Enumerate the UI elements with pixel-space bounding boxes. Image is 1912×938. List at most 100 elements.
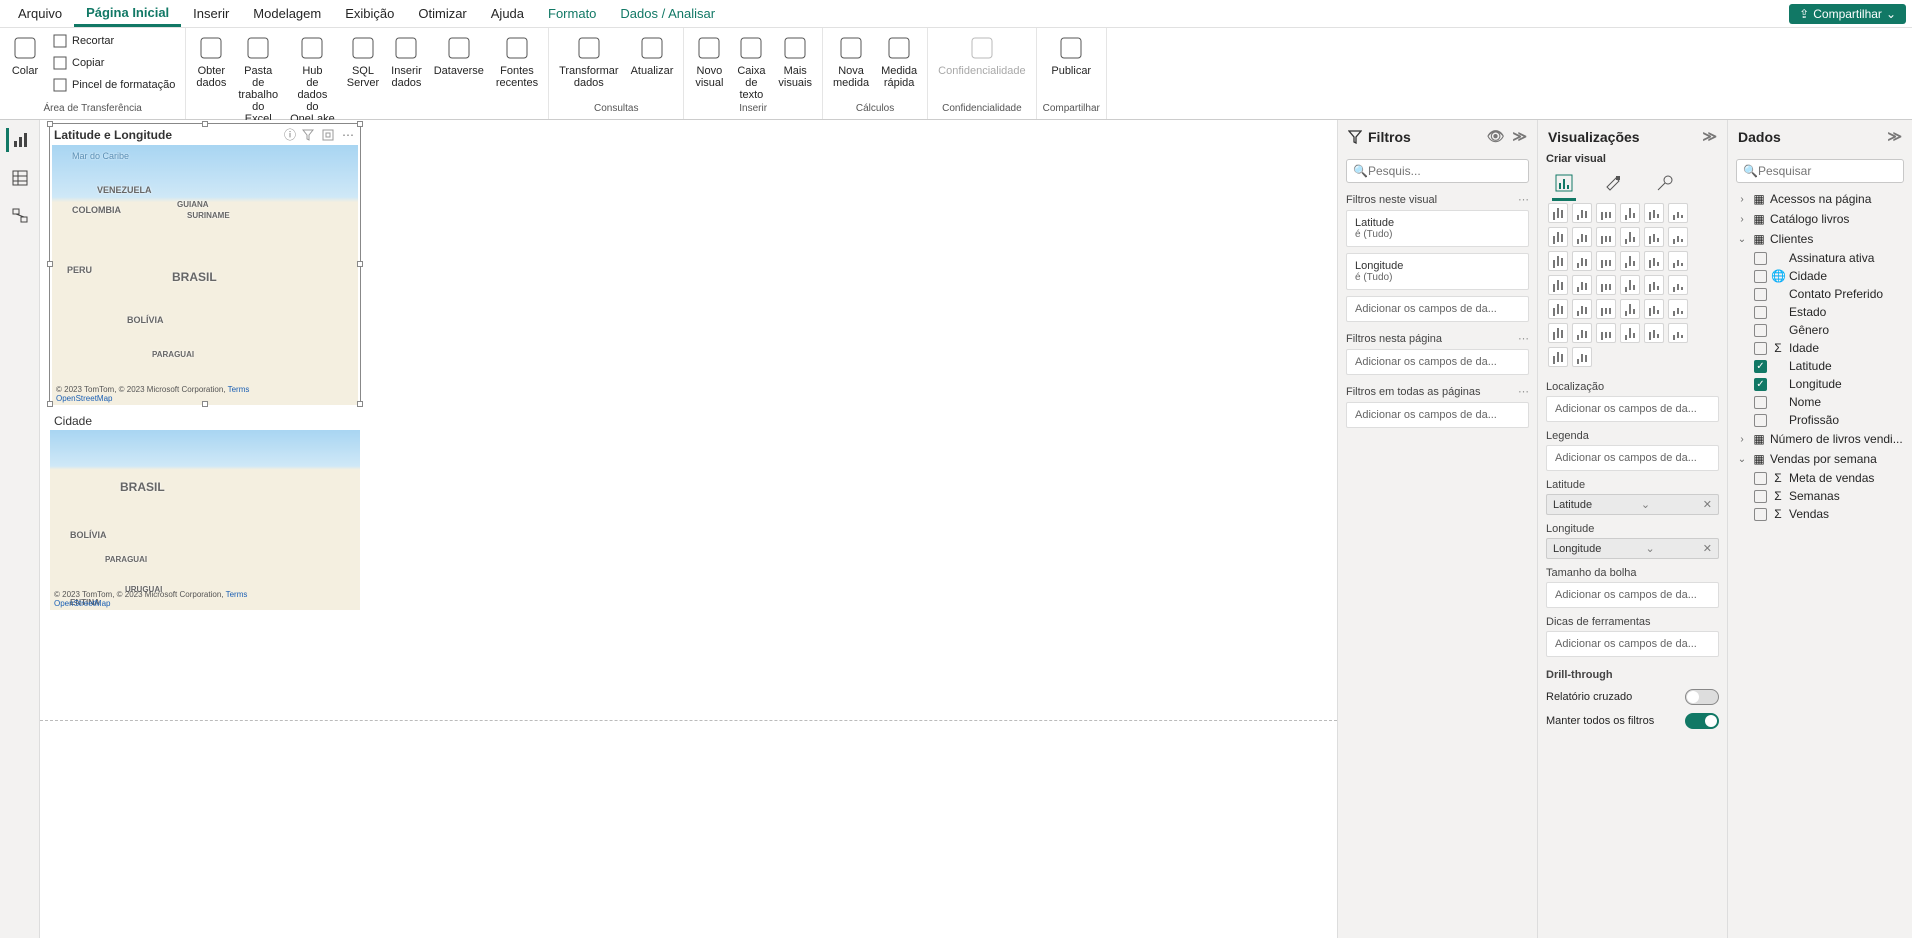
filter-card-latitude[interactable]: Latitudeé (Tudo)	[1346, 210, 1529, 247]
model-view-button[interactable]	[8, 204, 32, 228]
viz-type-4[interactable]	[1644, 203, 1664, 223]
field-profiss-o[interactable]: Profissão	[1754, 411, 1904, 429]
viz-type-6[interactable]	[1548, 227, 1568, 247]
viz-type-20[interactable]	[1596, 275, 1616, 295]
remove-field-icon[interactable]: ✕	[1699, 498, 1712, 511]
osm-link[interactable]: OpenStreetMap	[56, 394, 112, 403]
field-checkbox[interactable]	[1754, 324, 1767, 337]
field-meta-de-vendas[interactable]: ΣMeta de vendas	[1754, 469, 1904, 487]
menu-modelagem[interactable]: Modelagem	[241, 2, 333, 25]
field-checkbox[interactable]	[1754, 270, 1767, 283]
viz-type-22[interactable]	[1644, 275, 1664, 295]
field-checkbox[interactable]	[1754, 396, 1767, 409]
viz-type-23[interactable]	[1668, 275, 1688, 295]
keep-filters-toggle[interactable]	[1685, 713, 1719, 729]
viz-type-34[interactable]	[1644, 323, 1664, 343]
ribbon-copiar-button[interactable]: Copiar	[48, 53, 179, 73]
report-view-button[interactable]	[6, 128, 30, 152]
focus-mode-icon[interactable]	[320, 127, 336, 143]
viz-type-3[interactable]	[1620, 203, 1640, 223]
viz-type-31[interactable]	[1572, 323, 1592, 343]
field-checkbox[interactable]	[1754, 342, 1767, 355]
field-idade[interactable]: ΣIdade	[1754, 339, 1904, 357]
analytics-tab[interactable]	[1650, 169, 1678, 197]
show-hide-icon[interactable]: 👁	[1487, 128, 1505, 145]
resize-handle-n[interactable]	[202, 121, 208, 127]
viz-type-24[interactable]	[1548, 299, 1568, 319]
ribbon-fontes-recentes-button[interactable]: Fontesrecentes	[492, 31, 542, 91]
field-checkbox[interactable]	[1754, 490, 1767, 503]
resize-handle-se[interactable]	[357, 401, 363, 407]
ribbon-publicar-button[interactable]: Publicar	[1047, 31, 1095, 79]
viz-type-8[interactable]	[1596, 227, 1616, 247]
viz-type-33[interactable]	[1620, 323, 1640, 343]
viz-type-7[interactable]	[1572, 227, 1592, 247]
map-visual[interactable]: BRASIL BOLÍVIA PARAGUAI URUGUAI ENTINA ©…	[50, 430, 360, 610]
table-acessos-na-p-gina[interactable]: ›▦Acessos na página	[1736, 189, 1904, 209]
field-estado[interactable]: Estado	[1754, 303, 1904, 321]
field-well-tamanho[interactable]: Adicionar os campos de da...	[1546, 582, 1719, 608]
viz-type-16[interactable]	[1644, 251, 1664, 271]
data-view-button[interactable]	[8, 166, 32, 190]
ribbon-mais-visuais-button[interactable]: Maisvisuais	[774, 31, 816, 91]
resize-handle-nw[interactable]	[47, 121, 53, 127]
viz-type-13[interactable]	[1572, 251, 1592, 271]
ribbon-pasta-de-trabalho-do-excel-button[interactable]: PastadetrabalhodoExcel	[234, 31, 282, 127]
table-n-mero-de-livros-vendi-[interactable]: ›▦Número de livros vendi...	[1736, 429, 1904, 449]
menu-inserir[interactable]: Inserir	[181, 2, 241, 25]
viz-type-12[interactable]	[1548, 251, 1568, 271]
viz-type-26[interactable]	[1596, 299, 1616, 319]
viz-type-10[interactable]	[1644, 227, 1664, 247]
build-visual-tab[interactable]	[1550, 169, 1578, 197]
visual-latitude-longitude[interactable]: Latitude e Longitude ⓘ ⋯ Mar do Caribe V…	[50, 124, 360, 404]
viz-type-2[interactable]	[1596, 203, 1616, 223]
field-latitude[interactable]: ✓Latitude	[1754, 357, 1904, 375]
viz-type-32[interactable]	[1596, 323, 1616, 343]
resize-handle-e[interactable]	[357, 261, 363, 267]
field-nome[interactable]: Nome	[1754, 393, 1904, 411]
ribbon-pincel-de-formata-o-button[interactable]: Pincel de formatação	[48, 75, 179, 95]
visual-cidade[interactable]: Cidade BRASIL BOLÍVIA PARAGUAI URUGUAI E…	[50, 412, 360, 612]
filters-search-input[interactable]	[1368, 164, 1523, 178]
ribbon-dataverse-button[interactable]: Dataverse	[430, 31, 488, 79]
field-well-localizacao[interactable]: Adicionar os campos de da...	[1546, 396, 1719, 422]
viz-type-30[interactable]	[1548, 323, 1568, 343]
field-checkbox[interactable]	[1754, 288, 1767, 301]
chevron-down-icon[interactable]: ⌄	[1645, 542, 1654, 555]
remove-field-icon[interactable]: ✕	[1699, 542, 1712, 555]
chevron-down-icon[interactable]: ⌄	[1641, 498, 1650, 511]
viz-type-14[interactable]	[1596, 251, 1616, 271]
collapse-pane-icon[interactable]: ≫	[1512, 128, 1527, 145]
viz-type-0[interactable]	[1548, 203, 1568, 223]
field-well-legenda[interactable]: Adicionar os campos de da...	[1546, 445, 1719, 471]
add-filter-page[interactable]: Adicionar os campos de da...	[1346, 349, 1529, 375]
viz-type-1[interactable]	[1572, 203, 1592, 223]
field-checkbox[interactable]: ✓	[1754, 360, 1767, 373]
viz-type-9[interactable]	[1620, 227, 1640, 247]
ribbon-nova-medida-button[interactable]: Novamedida	[829, 31, 873, 91]
ribbon-confidencialidade-button[interactable]: Confidencialidade	[934, 31, 1029, 79]
collapse-pane-icon[interactable]: ≫	[1887, 128, 1902, 145]
ribbon-recortar-button[interactable]: Recortar	[48, 31, 179, 51]
add-filter-all[interactable]: Adicionar os campos de da...	[1346, 402, 1529, 428]
field-checkbox[interactable]	[1754, 414, 1767, 427]
field-checkbox[interactable]	[1754, 472, 1767, 485]
menu-formato[interactable]: Formato	[536, 2, 608, 25]
terms-link[interactable]: Terms	[226, 590, 248, 599]
field-checkbox[interactable]	[1754, 306, 1767, 319]
ribbon-colar-button[interactable]: Colar	[6, 31, 44, 79]
filter-icon[interactable]	[300, 127, 316, 143]
terms-link[interactable]: Terms	[228, 385, 250, 394]
field-g-nero[interactable]: Gênero	[1754, 321, 1904, 339]
viz-type-36[interactable]	[1548, 347, 1568, 367]
map-visual[interactable]: Mar do Caribe VENEZUELA COLOMBIA GUIANA …	[52, 145, 358, 405]
table-clientes[interactable]: ⌄▦Clientes	[1736, 229, 1904, 249]
ribbon-novo-visual-button[interactable]: Novovisual	[690, 31, 728, 91]
ribbon-hub-de-dados-do-onelake-button[interactable]: HubdedadosdoOneLake	[286, 31, 339, 127]
field-vendas[interactable]: ΣVendas	[1754, 505, 1904, 523]
resize-handle-ne[interactable]	[357, 121, 363, 127]
filters-search[interactable]: 🔍	[1346, 159, 1529, 183]
field-semanas[interactable]: ΣSemanas	[1754, 487, 1904, 505]
ribbon-obter-dados-button[interactable]: Obterdados	[192, 31, 230, 91]
ribbon-caixa-de-texto-button[interactable]: Caixadetexto	[732, 31, 770, 103]
